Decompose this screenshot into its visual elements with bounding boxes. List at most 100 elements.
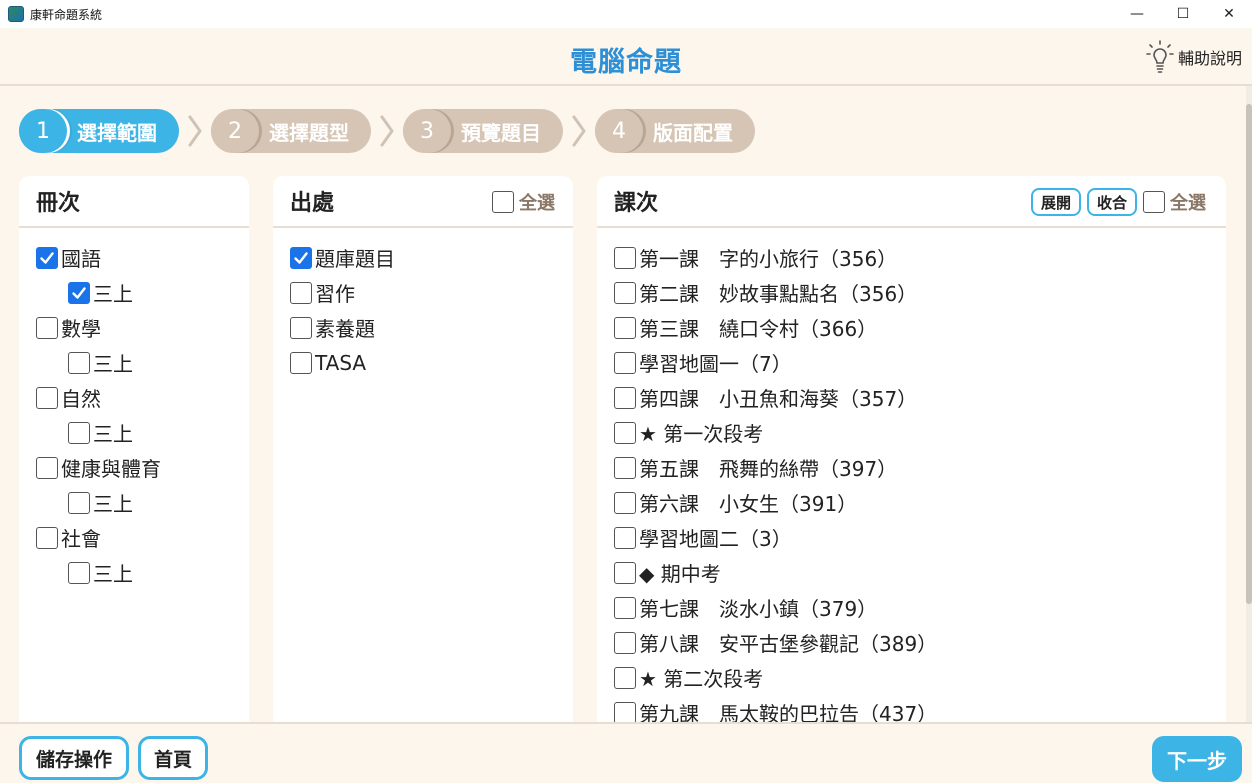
page-scrollbar[interactable]: [1246, 86, 1252, 722]
list-item-label: 第九課 馬太鞍的巴拉告（437）: [639, 702, 938, 724]
home-button[interactable]: 首頁: [138, 736, 208, 780]
save-button[interactable]: 儲存操作: [19, 736, 129, 780]
close-button[interactable]: ✕: [1206, 0, 1252, 28]
list-item-label: TASA: [315, 350, 367, 375]
checkbox[interactable]: [36, 386, 58, 409]
select-all-label: 全選: [519, 193, 555, 214]
checkbox[interactable]: [614, 526, 636, 549]
minimize-button[interactable]: —: [1114, 0, 1160, 28]
list-item[interactable]: 第六課 小女生（391）: [597, 485, 1226, 520]
checkbox[interactable]: [614, 561, 636, 584]
checkbox[interactable]: [36, 246, 58, 269]
lessons-panel-header: 課次 展開 收合 全選: [597, 176, 1226, 228]
list-item[interactable]: 習作: [273, 275, 573, 310]
list-item[interactable]: 國語: [19, 240, 249, 275]
list-item-label: 三上: [93, 422, 133, 446]
checkbox[interactable]: [614, 666, 636, 689]
page-header: 電腦命題 輔助說明: [0, 28, 1252, 86]
select-all-label: 全選: [1170, 193, 1206, 214]
list-item[interactable]: 社會: [19, 520, 249, 555]
help-button[interactable]: 輔助說明: [1146, 40, 1242, 74]
checkbox[interactable]: [68, 491, 90, 514]
checkbox[interactable]: [614, 316, 636, 339]
list-item[interactable]: 自然: [19, 380, 249, 415]
list-item-label: 習作: [315, 282, 355, 306]
list-item[interactable]: 健康與體育: [19, 450, 249, 485]
list-item[interactable]: ◆ 期中考: [597, 555, 1226, 590]
step-3[interactable]: 3 預覽題目: [403, 109, 563, 153]
list-item[interactable]: 數學: [19, 310, 249, 345]
checkbox[interactable]: [614, 281, 636, 304]
checkbox[interactable]: [290, 246, 312, 269]
step-number: 1: [19, 109, 67, 153]
list-item-label: 自然: [61, 387, 101, 411]
list-item[interactable]: 第四課 小丑魚和海葵（357）: [597, 380, 1226, 415]
checkbox[interactable]: [36, 456, 58, 479]
list-item-label: 題庫題目: [315, 247, 395, 271]
maximize-button[interactable]: ☐: [1160, 0, 1206, 28]
checkbox[interactable]: [290, 351, 312, 374]
list-item[interactable]: 素養題: [273, 310, 573, 345]
checkbox[interactable]: [68, 351, 90, 374]
list-item[interactable]: ★ 第一次段考: [597, 415, 1226, 450]
checkbox[interactable]: [68, 421, 90, 444]
list-item[interactable]: 三上: [19, 275, 249, 310]
checkbox[interactable]: [614, 491, 636, 514]
list-item-label: 第八課 安平古堡參觀記（389）: [639, 632, 938, 656]
checkbox[interactable]: [614, 596, 636, 619]
list-item[interactable]: 三上: [19, 415, 249, 450]
list-item-label: 第四課 小丑魚和海葵（357）: [639, 387, 918, 411]
list-item-label: 健康與體育: [61, 457, 161, 481]
list-item[interactable]: 第三課 繞口令村（366）: [597, 310, 1226, 345]
checkbox[interactable]: [290, 281, 312, 304]
checkbox[interactable]: [36, 526, 58, 549]
checkbox[interactable]: [614, 386, 636, 409]
checkbox[interactable]: [68, 561, 90, 584]
scrollbar-thumb[interactable]: [1246, 104, 1252, 604]
step-4[interactable]: 4 版面配置: [595, 109, 755, 153]
checkbox[interactable]: [290, 316, 312, 339]
checkbox[interactable]: [36, 316, 58, 339]
lessons-title: 課次: [614, 191, 659, 216]
list-item[interactable]: 三上: [19, 345, 249, 380]
list-item[interactable]: 第九課 馬太鞍的巴拉告（437）: [597, 695, 1226, 724]
checkbox[interactable]: [614, 421, 636, 444]
lessons-list: 第一課 字的小旅行（356） 第二課 妙故事點點名（356） 第三課 繞口令村（36…: [597, 228, 1226, 724]
list-item-label: 素養題: [315, 317, 375, 341]
checkbox[interactable]: [68, 281, 90, 304]
list-item[interactable]: 題庫題目: [273, 240, 573, 275]
list-item[interactable]: ★ 第二次段考: [597, 660, 1226, 695]
list-item[interactable]: TASA: [273, 345, 573, 380]
checkbox[interactable]: [614, 246, 636, 269]
list-item-label: ◆ 期中考: [639, 562, 721, 586]
list-item[interactable]: 三上: [19, 485, 249, 520]
list-item[interactable]: 第五課 飛舞的絲帶（397）: [597, 450, 1226, 485]
list-item-label: 國語: [61, 247, 101, 271]
checkbox[interactable]: [614, 701, 636, 724]
step-2[interactable]: 2 選擇題型: [211, 109, 371, 153]
step-number: 3: [403, 109, 451, 153]
select-all-checkbox[interactable]: [492, 191, 514, 213]
sources-panel-header: 出處 全選: [273, 176, 573, 228]
expand-button[interactable]: 展開: [1030, 188, 1081, 216]
list-item[interactable]: 學習地圖二（3）: [597, 520, 1226, 555]
checkbox[interactable]: [614, 631, 636, 654]
list-item[interactable]: 第一課 字的小旅行（356）: [597, 240, 1226, 275]
next-button[interactable]: 下一步: [1152, 736, 1242, 782]
list-item[interactable]: 第二課 妙故事點點名（356）: [597, 275, 1226, 310]
list-item[interactable]: 學習地圖一（7）: [597, 345, 1226, 380]
select-all-checkbox[interactable]: [1143, 191, 1165, 213]
list-item-label: 三上: [93, 492, 133, 516]
list-item[interactable]: 第七課 淡水小鎮（379）: [597, 590, 1226, 625]
checkbox[interactable]: [614, 456, 636, 479]
volumes-panel: 冊次 國語 三上 數學 三上 自然 三上 健康與體育 三上 社會 三上: [19, 176, 249, 724]
chevron-right-icon: [179, 109, 211, 153]
collapse-button[interactable]: 收合: [1086, 188, 1137, 216]
step-1[interactable]: 1 選擇範圍: [19, 109, 179, 153]
list-item[interactable]: 第八課 安平古堡參觀記（389）: [597, 625, 1226, 660]
window-title: 康軒命題系統: [30, 7, 103, 22]
step-indicator: 1 選擇範圍 2 選擇題型 3 預覽題目 4 版面配置: [19, 108, 755, 154]
checkbox[interactable]: [614, 351, 636, 374]
list-item[interactable]: 三上: [19, 555, 249, 590]
sources-select-all[interactable]: 全選: [492, 176, 555, 228]
